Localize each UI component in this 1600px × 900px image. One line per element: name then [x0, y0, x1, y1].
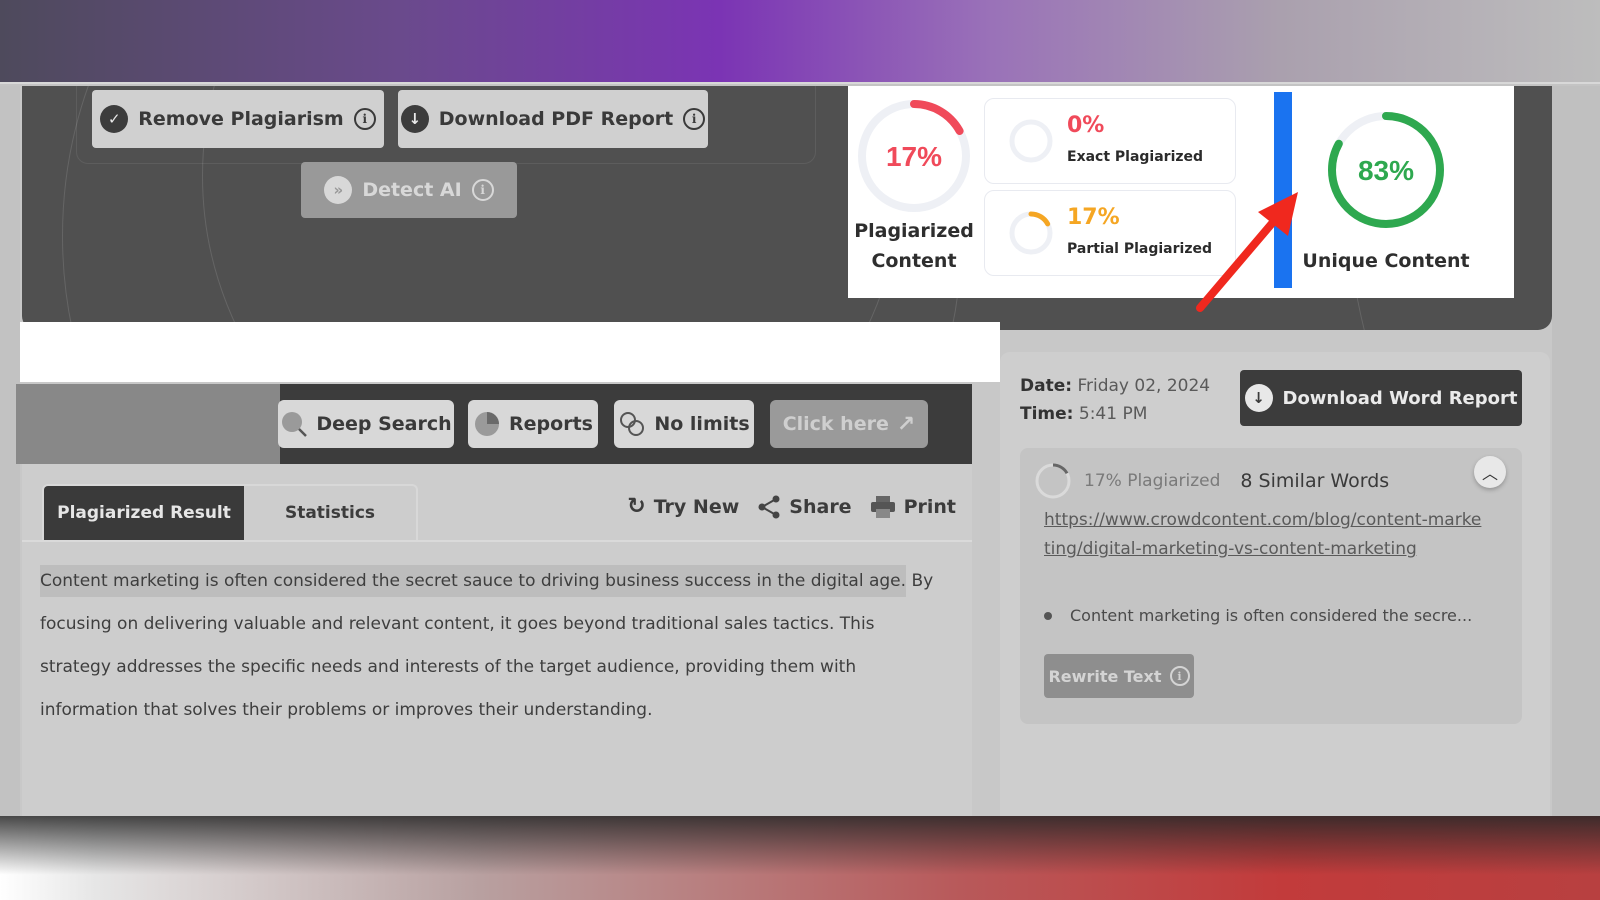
right-edge [1552, 86, 1600, 816]
source-match-card: 17% Plagiarized 8 Similar Words ︿ https:… [1020, 448, 1522, 724]
pie-chart-icon [475, 412, 500, 436]
partial-donut [1009, 211, 1053, 255]
chevron-up-icon: ︿ [1481, 464, 1498, 483]
plagiarism-checker-page: ✓ Remove Plagiarism i ↓ Download PDF Rep… [0, 86, 1600, 816]
snippet-text: Content marketing is often considered th… [1070, 606, 1473, 625]
result-panel: Plagiarized Result Statistics ↻ Try New … [22, 464, 972, 816]
plagiarized-label-line1: Plagiarized [854, 220, 974, 242]
partial-percent: 17% [1067, 205, 1120, 230]
search-icon [282, 412, 308, 437]
check-icon: ✓ [100, 105, 129, 133]
click-here-button[interactable]: Click here ↗ [770, 400, 928, 448]
source-percent: 17% Plagiarized [1084, 471, 1221, 491]
exact-percent: 0% [1067, 113, 1105, 138]
unique-content-label: Unique Content [1302, 250, 1470, 272]
similar-words-count: 8 Similar Words [1240, 470, 1390, 492]
hero-section: ✓ Remove Plagiarism i ↓ Download PDF Rep… [22, 86, 1552, 330]
red-arrow-annotation [1196, 192, 1298, 312]
detect-ai-button[interactable]: » Detect AI i [301, 162, 517, 218]
tab-statistics[interactable]: Statistics [244, 486, 416, 540]
double-chevron-icon: » [324, 176, 353, 204]
plagiarism-stats-card: 17% Plagiarized Content 0% Exact Plagiar… [848, 86, 1514, 312]
download-pdf-report-button[interactable]: ↓ Download PDF Report i [398, 90, 708, 148]
info-icon[interactable]: i [1169, 666, 1190, 686]
rewrite-text-button[interactable]: Rewrite Text i [1044, 654, 1194, 698]
exact-label: Exact Plagiarized [1067, 149, 1204, 165]
arrow-shaft [1196, 210, 1284, 312]
exact-donut [1009, 119, 1053, 163]
remove-plagiarism-button[interactable]: ✓ Remove Plagiarism i [92, 90, 384, 148]
info-icon[interactable]: i [683, 108, 706, 130]
no-limits-label: No limits [654, 413, 750, 435]
source-donut [1035, 463, 1071, 499]
exact-plagiarized-card: 0% Exact Plagiarized [984, 98, 1236, 184]
checked-content: Content marketing is often considered th… [40, 560, 940, 732]
share-label: Share [789, 495, 852, 518]
tab-plagiarized-result[interactable]: Plagiarized Result [44, 486, 244, 540]
external-link-arrow-icon: ↗ [896, 411, 916, 437]
infinity-icon [620, 412, 645, 436]
matched-snippet: Content marketing is often considered th… [1044, 606, 1472, 625]
print-button[interactable]: Print [870, 495, 956, 519]
result-tabs: Plagiarized Result Statistics [42, 484, 418, 540]
try-new-label: Try New [653, 495, 740, 518]
exact-donut-track [1009, 119, 1053, 163]
result-actions: ↻ Try New Share Print [627, 494, 956, 519]
no-limits-button[interactable]: No limits [614, 400, 754, 448]
download-icon: ↓ [400, 105, 429, 133]
download-icon: ↓ [1244, 384, 1273, 412]
reports-label: Reports [509, 413, 593, 435]
source-header: 17% Plagiarized 8 Similar Words [1034, 462, 1389, 500]
info-icon[interactable]: i [471, 179, 494, 201]
blank-strip [20, 322, 1000, 382]
plagiarized-highlight[interactable]: Content marketing is often considered th… [40, 565, 907, 597]
rewrite-text-label: Rewrite Text [1048, 666, 1162, 686]
bottom-gradient-band [0, 816, 1600, 900]
time-label: Time: [1020, 404, 1074, 424]
click-here-label: Click here [782, 413, 889, 435]
share-icon [758, 495, 780, 518]
print-label: Print [903, 495, 956, 518]
feature-toolbar: Deep Search Reports No limits Click here… [16, 384, 972, 464]
date-label: Date: [1020, 376, 1073, 396]
source-url-link[interactable]: https://www.crowdcontent.com/blog/conten… [1044, 506, 1484, 564]
panel-divider [22, 540, 972, 542]
bullet-icon [1044, 611, 1052, 620]
plagiarized-percent: 17% [886, 141, 942, 172]
reports-button[interactable]: Reports [468, 400, 598, 448]
download-pdf-label: Download PDF Report [438, 108, 674, 130]
date-value: Friday 02, 2024 [1077, 376, 1211, 396]
plagiarized-content-label: Plagiarized Content [848, 216, 980, 276]
plagiarized-label-line2: Content [871, 250, 957, 272]
remove-plagiarism-label: Remove Plagiarism [138, 108, 344, 130]
unique-donut: 83% [1328, 112, 1444, 228]
download-word-report-button[interactable]: ↓ Download Word Report [1240, 370, 1522, 426]
refresh-icon: ↻ [627, 494, 646, 519]
deep-search-button[interactable]: Deep Search [278, 400, 454, 448]
time-value: 5:41 PM [1078, 404, 1148, 424]
deep-search-label: Deep Search [316, 413, 452, 435]
top-gradient-band [0, 0, 1600, 84]
share-button[interactable]: Share [757, 495, 852, 519]
download-word-label: Download Word Report [1282, 387, 1518, 409]
report-time: Time: 5:41 PM [1020, 404, 1147, 424]
unique-percent: 83% [1358, 155, 1414, 186]
try-new-button[interactable]: ↻ Try New [627, 494, 739, 519]
report-date: Date: Friday 02, 2024 [1020, 376, 1210, 396]
printer-icon [870, 495, 895, 518]
collapse-button[interactable]: ︿ [1474, 456, 1506, 488]
info-icon[interactable]: i [353, 108, 376, 130]
report-panel: Date: Friday 02, 2024 Time: 5:41 PM ↓ Do… [1000, 352, 1550, 816]
toolbar-placeholder [16, 384, 280, 464]
plagiarized-donut: 17% [858, 100, 970, 212]
detect-ai-label: Detect AI [362, 179, 462, 201]
